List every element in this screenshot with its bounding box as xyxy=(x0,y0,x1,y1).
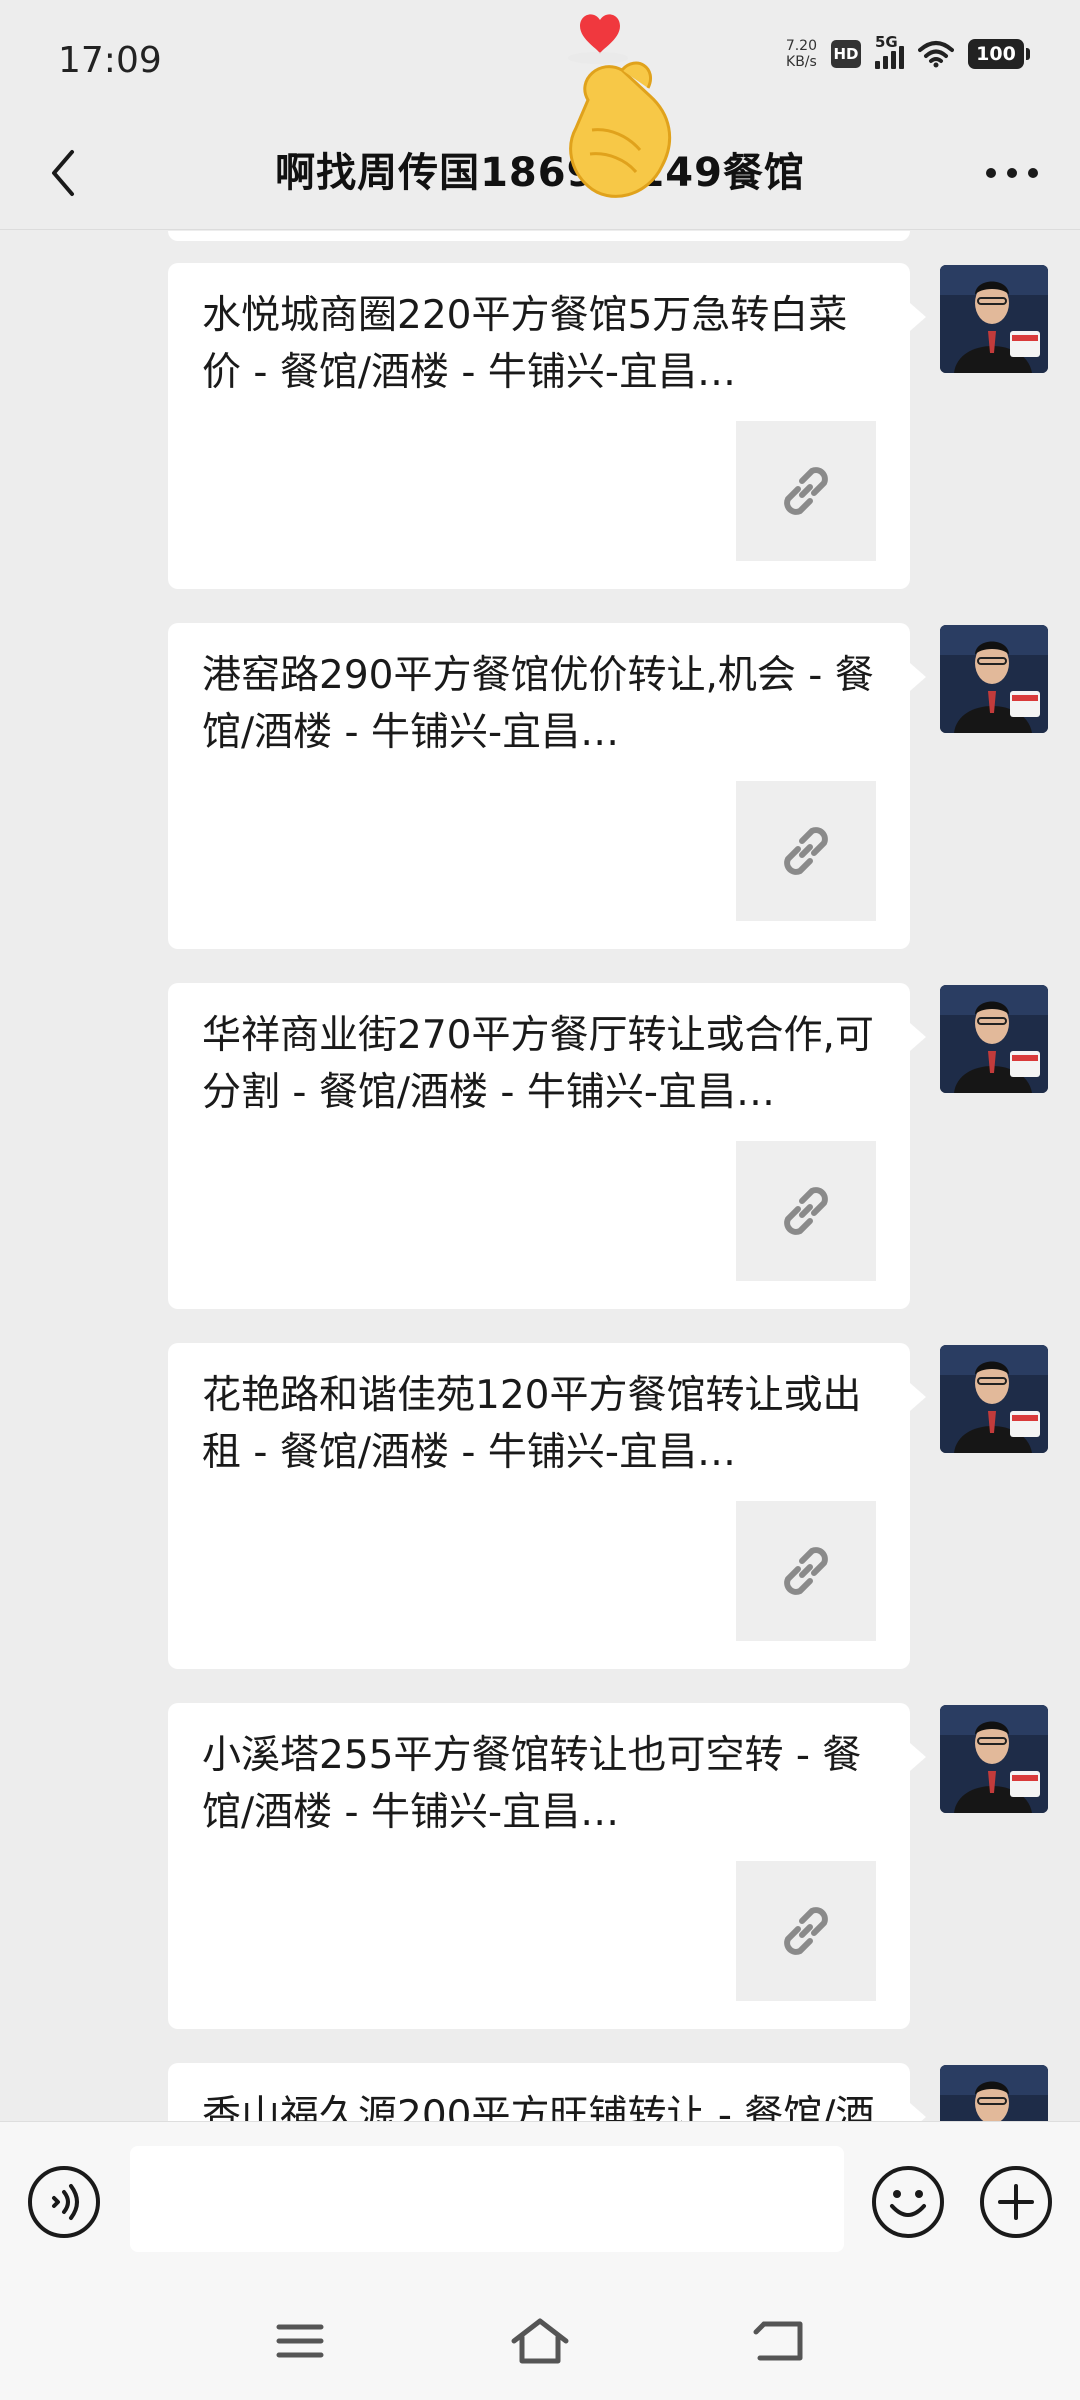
link-thumbnail xyxy=(736,1501,876,1641)
avatar-photo xyxy=(940,2065,1048,2121)
avatar-photo xyxy=(940,985,1048,1093)
avatar[interactable] xyxy=(940,1705,1048,1813)
message-item: 港窑路290平方餐馆优价转让,机会 - 餐馆/酒楼 - 牛铺兴-宜昌… xyxy=(0,623,1080,953)
message-item: 华祥商业街270平方餐厅转让或合作,可分割 - 餐馆/酒楼 - 牛铺兴-宜昌… xyxy=(0,983,1080,1313)
voice-icon xyxy=(28,2166,100,2238)
network-speed-value: 7.20 xyxy=(785,38,817,54)
link-card-title: 华祥商业街270平方餐厅转让或合作,可分割 - 餐馆/酒楼 - 牛铺兴-宜昌… xyxy=(202,1013,874,1115)
voice-button[interactable] xyxy=(26,2164,102,2240)
avatar-photo xyxy=(940,265,1048,373)
avatar-photo xyxy=(940,625,1048,733)
network-type-label: 5G xyxy=(875,33,898,51)
home-icon xyxy=(511,2318,569,2364)
message-item: 香山福久源200平方旺铺转让 - 餐馆/酒楼 - 牛铺兴-宜昌… xyxy=(0,2063,1080,2121)
link-card-title: 花艳路和谐佳苑120平方餐馆转让或出租 - 餐馆/酒楼 - 牛铺兴-宜昌… xyxy=(202,1373,862,1475)
system-nav-bar xyxy=(0,2281,1080,2400)
nav-home-button[interactable] xyxy=(505,2311,575,2371)
link-card-title: 水悦城商圈220平方餐馆5万急转白菜价 - 餐馆/酒楼 - 牛铺兴-宜昌… xyxy=(202,293,848,395)
return-icon xyxy=(753,2321,803,2361)
more-button[interactable] xyxy=(972,138,1052,208)
network-speed-unit: KB/s xyxy=(786,54,817,70)
plus-icon xyxy=(980,2166,1052,2238)
link-thumbnail xyxy=(736,1141,876,1281)
link-card-bubble[interactable]: 华祥商业街270平方餐厅转让或合作,可分割 - 餐馆/酒楼 - 牛铺兴-宜昌… xyxy=(168,983,926,1309)
link-card-bubble[interactable]: 小溪塔255平方餐馆转让也可空转 - 餐馆/酒楼 - 牛铺兴-宜昌… xyxy=(168,1703,926,2029)
avatar[interactable] xyxy=(940,1345,1048,1453)
menu-icon xyxy=(276,2324,324,2358)
avatar[interactable] xyxy=(940,985,1048,1093)
link-thumbnail xyxy=(736,781,876,921)
message-item: 花艳路和谐佳苑120平方餐馆转让或出租 - 餐馆/酒楼 - 牛铺兴-宜昌… xyxy=(0,1343,1080,1673)
nav-back-button[interactable] xyxy=(745,2311,815,2371)
link-card-title: 小溪塔255平方餐馆转让也可空转 - 餐馆/酒楼 - 牛铺兴-宜昌… xyxy=(202,1733,862,1835)
link-icon xyxy=(784,1547,828,1595)
link-icon xyxy=(784,827,828,875)
finger-heart-sticker xyxy=(568,14,672,198)
message-list[interactable]: 水悦城商圈220平方餐馆5万急转白菜价 - 餐馆/酒楼 - 牛铺兴-宜昌… 港窑… xyxy=(0,231,1080,2121)
message-item: 小溪塔255平方餐馆转让也可空转 - 餐馆/酒楼 - 牛铺兴-宜昌… xyxy=(0,1703,1080,2033)
previous-message-bubble[interactable] xyxy=(168,231,910,241)
avatar[interactable] xyxy=(940,2065,1048,2121)
signal-icon: 5G xyxy=(875,33,904,69)
more-dots-icon xyxy=(986,168,1038,178)
message-item: 水悦城商圈220平方餐馆5万急转白菜价 - 餐馆/酒楼 - 牛铺兴-宜昌… xyxy=(0,263,1080,593)
avatar[interactable] xyxy=(940,625,1048,733)
emoji-icon xyxy=(872,2166,944,2238)
more-functions-button[interactable] xyxy=(978,2164,1054,2240)
nav-menu-button[interactable] xyxy=(265,2311,335,2371)
hd-badge: HD xyxy=(831,40,861,68)
link-card-title: 香山福久源200平方旺铺转让 - 餐馆/酒楼 - 牛铺兴-宜昌… xyxy=(202,2093,875,2121)
link-thumbnail xyxy=(736,1861,876,2001)
link-icon xyxy=(784,1907,828,1955)
link-icon xyxy=(784,467,828,515)
link-card-title: 港窑路290平方餐馆优价转让,机会 - 餐馆/酒楼 - 牛铺兴-宜昌… xyxy=(202,653,874,755)
avatar-photo xyxy=(940,1705,1048,1813)
input-bar xyxy=(0,2121,1080,2281)
link-card-bubble[interactable]: 花艳路和谐佳苑120平方餐馆转让或出租 - 餐馆/酒楼 - 牛铺兴-宜昌… xyxy=(168,1343,926,1669)
link-card-bubble[interactable]: 水悦城商圈220平方餐馆5万急转白菜价 - 餐馆/酒楼 - 牛铺兴-宜昌… xyxy=(168,263,926,589)
network-speed: 7.20 KB/s xyxy=(786,38,817,70)
status-indicators: 7.20 KB/s HD 5G 100 xyxy=(786,33,1030,70)
chat-screen: 17:09 7.20 KB/s HD 5G 100 啊找周传国1869…149餐… xyxy=(0,0,1080,2400)
message-input[interactable] xyxy=(130,2146,844,2252)
wifi-icon xyxy=(918,41,954,68)
status-time: 17:09 xyxy=(58,40,162,81)
link-thumbnail xyxy=(736,421,876,561)
emoji-button[interactable] xyxy=(870,2164,946,2240)
avatar-photo xyxy=(940,1345,1048,1453)
link-card-bubble[interactable]: 港窑路290平方餐馆优价转让,机会 - 餐馆/酒楼 - 牛铺兴-宜昌… xyxy=(168,623,926,949)
battery-indicator: 100 xyxy=(968,39,1030,69)
link-icon xyxy=(784,1187,828,1235)
avatar[interactable] xyxy=(940,265,1048,373)
link-card-bubble[interactable]: 香山福久源200平方旺铺转让 - 餐馆/酒楼 - 牛铺兴-宜昌… xyxy=(168,2063,926,2121)
